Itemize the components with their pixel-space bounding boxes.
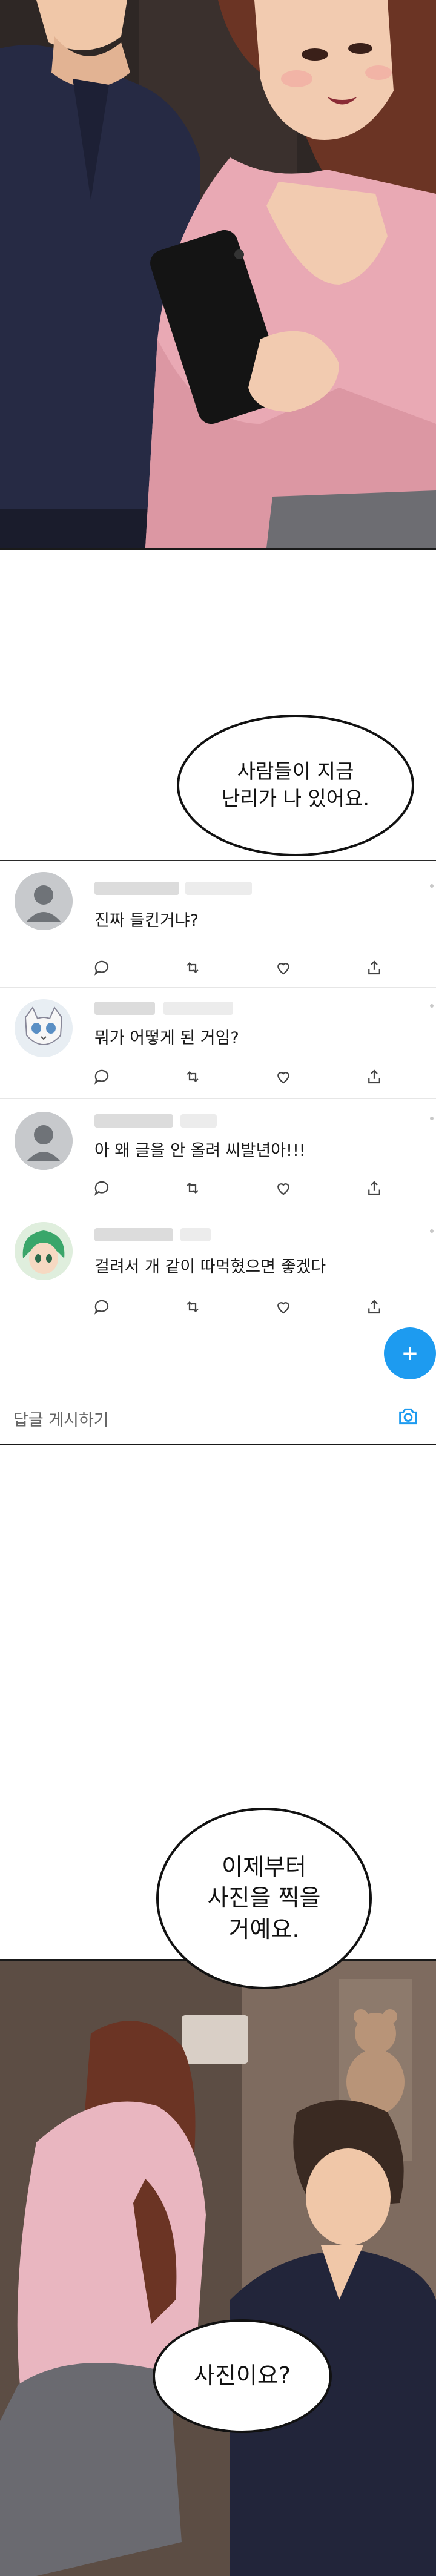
more-options-icon[interactable] (430, 1004, 434, 1008)
handle-blurred (185, 882, 252, 895)
panel-border (0, 548, 436, 550)
post-actions (91, 1066, 394, 1088)
share-icon[interactable] (363, 1296, 385, 1318)
bubble-3-line-1: 사진이요? (193, 2362, 291, 2389)
bubble-1-line-1: 사람들이 지금 (237, 759, 354, 784)
avatar-default-icon[interactable] (15, 872, 73, 930)
feed-post-3[interactable]: 아 왜 글을 안 올려 씨발년아!!! (0, 1098, 436, 1210)
bubble-2-line-3: 거예요. (228, 1915, 300, 1943)
wall-panel-shape (182, 2015, 248, 2064)
speech-bubble-2: 이제부터 사진을 찍을 거예요. (156, 1808, 372, 1989)
speech-bubble-3: 사진이요? (153, 2319, 332, 2433)
post-text: 뭐가 어떻게 된 거임? (94, 1029, 239, 1048)
like-icon[interactable] (272, 1296, 294, 1318)
feed-post-4[interactable]: 걸려서 개 같이 따먹혔으면 좋겠다 (0, 1210, 436, 1387)
handle-blurred (180, 1114, 217, 1128)
like-icon[interactable] (272, 1066, 294, 1088)
like-icon[interactable] (272, 1177, 294, 1199)
panel-top-illustration (0, 0, 436, 548)
speech-bubble-1: 사람들이 지금 난리가 나 있어요. (177, 715, 414, 856)
feed-bottom-border (0, 1444, 436, 1445)
post-actions (91, 1177, 394, 1199)
retweet-icon[interactable] (182, 957, 203, 979)
post-actions (91, 1296, 394, 1318)
retweet-icon[interactable] (182, 1066, 203, 1088)
retweet-icon[interactable] (182, 1296, 203, 1318)
post-text: 아 왜 글을 안 올려 씨발년아!!! (94, 1141, 306, 1160)
post-text: 걸려서 개 같이 따먹혔으면 좋겠다 (94, 1258, 326, 1276)
avatar-anime-icon[interactable] (15, 1222, 73, 1280)
bubble-1-line-2: 난리가 나 있어요. (222, 787, 369, 810)
camera-icon[interactable] (396, 1404, 420, 1428)
compose-fab-button[interactable]: + (384, 1327, 436, 1379)
feed-post-2[interactable]: 뭐가 어떻게 된 거임? (0, 987, 436, 1099)
reply-icon[interactable] (91, 1296, 113, 1318)
handle-blurred (180, 1228, 211, 1241)
post-actions (91, 957, 394, 979)
feed-post-1[interactable]: 진짜 들킨거냐? (0, 860, 436, 988)
bubble-2-line-1: 이제부터 (222, 1854, 306, 1881)
reply-input[interactable]: 답글 게시하기 (13, 1407, 109, 1430)
share-icon[interactable] (363, 1066, 385, 1088)
comic-panel-bottom (0, 1961, 436, 2576)
more-options-icon[interactable] (430, 1229, 434, 1233)
reply-bar: 답글 게시하기 (0, 1387, 436, 1445)
more-options-icon[interactable] (430, 1117, 434, 1120)
bubble-2-line-2: 사진을 찍을 (207, 1884, 321, 1912)
avatar-default-icon[interactable] (15, 1112, 73, 1170)
retweet-icon[interactable] (182, 1177, 203, 1199)
reply-icon[interactable] (91, 957, 113, 979)
reply-icon[interactable] (91, 1066, 113, 1088)
panel-bottom-illustration (0, 1961, 436, 2576)
share-icon[interactable] (363, 1177, 385, 1199)
comic-panel-top (0, 0, 436, 548)
avatar-cat-icon[interactable] (15, 999, 73, 1057)
social-feed: 진짜 들킨거냐? 뭐가 어떻게 된 거임? 아 왜 글을 안 올려 씨발년아!!… (0, 860, 436, 1445)
post-text: 진짜 들킨거냐? (94, 911, 199, 930)
username-blurred[interactable] (94, 1228, 173, 1241)
username-blurred[interactable] (94, 1002, 155, 1015)
handle-blurred (164, 1002, 233, 1015)
more-options-icon[interactable] (430, 884, 434, 888)
reply-icon[interactable] (91, 1177, 113, 1199)
username-blurred[interactable] (94, 1114, 173, 1128)
share-icon[interactable] (363, 957, 385, 979)
like-icon[interactable] (272, 957, 294, 979)
username-blurred[interactable] (94, 882, 179, 895)
